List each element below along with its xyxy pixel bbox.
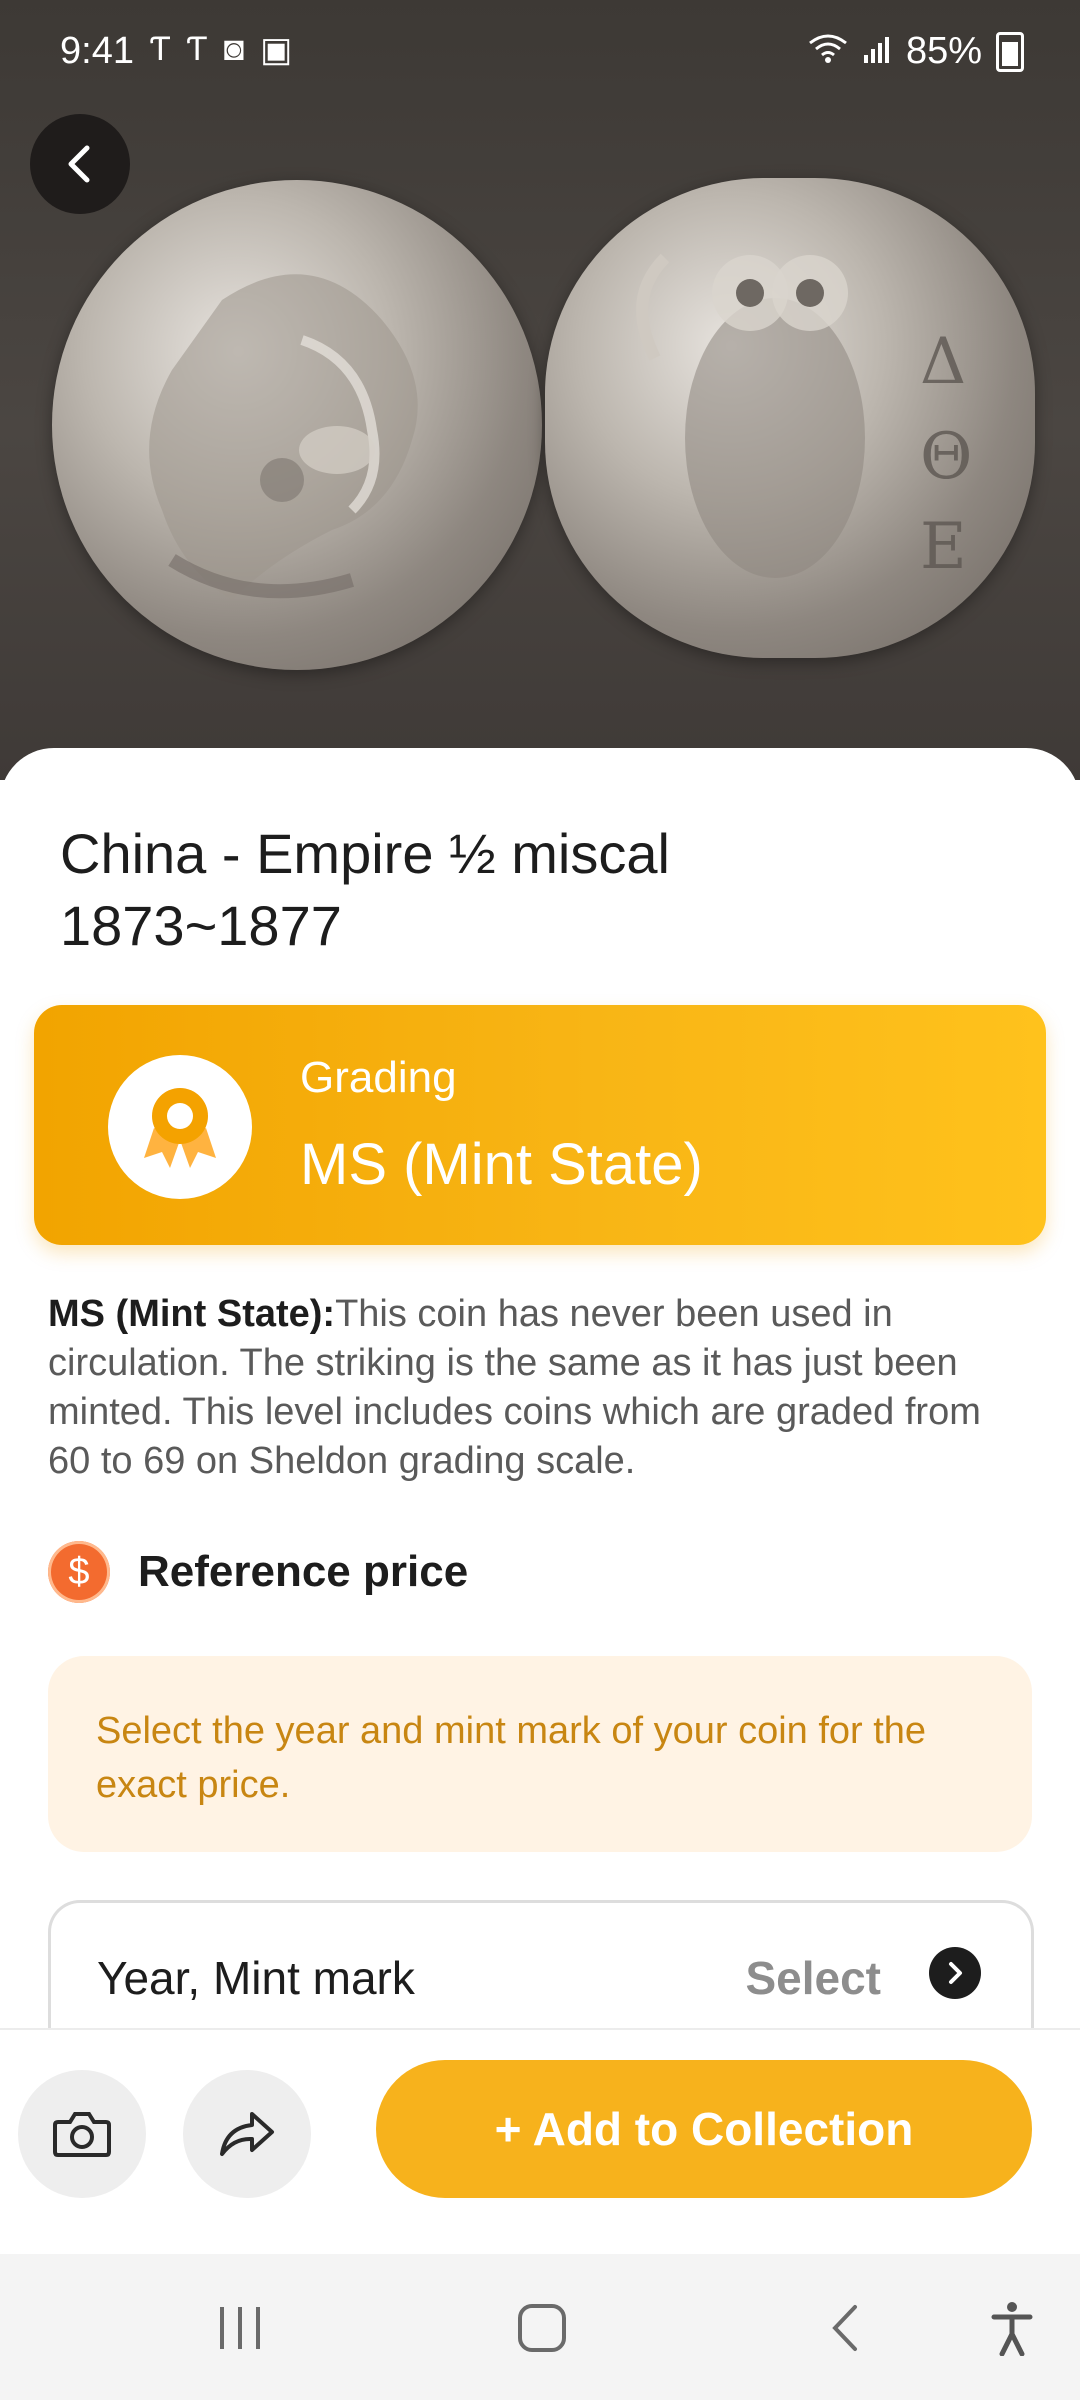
signal-icon <box>862 30 892 73</box>
add-to-collection-button[interactable]: + Add to Collection <box>376 2060 1032 2198</box>
accessibility-icon[interactable] <box>972 2298 1052 2358</box>
dollar-icon: $ <box>48 1541 110 1603</box>
bottom-action-bar: + Add to Collection <box>0 2028 1080 2256</box>
carrier-icon: Ƭ <box>186 30 208 68</box>
back-icon[interactable] <box>804 2298 884 2358</box>
svg-text:Δ: Δ <box>920 325 966 399</box>
award-medal-icon <box>108 1055 252 1199</box>
status-time: 9:41 <box>60 30 134 72</box>
coin-title: China - Empire ½ miscal 1873~1877 <box>60 822 670 957</box>
home-icon[interactable] <box>502 2298 582 2358</box>
chevron-left-icon <box>68 145 90 183</box>
carrier-icon: Ƭ <box>150 30 171 68</box>
price-notice: Select the year and mint mark of your co… <box>48 1656 1032 1852</box>
coin-obverse-image <box>52 180 542 670</box>
wifi-icon <box>808 30 848 73</box>
system-navigation-bar <box>0 2254 1080 2400</box>
battery-charging-icon <box>996 31 1024 72</box>
alarm-icon: ◙ <box>223 30 245 68</box>
battery-text: 85% <box>905 30 982 72</box>
grading-value: MS (Mint State) <box>300 1132 703 1197</box>
svg-text:Ε: Ε <box>920 510 967 584</box>
camera-icon <box>53 2112 111 2157</box>
year-mint-label: Year, Mint mark <box>97 1952 415 2004</box>
reference-price-label: Reference price <box>138 1547 469 1596</box>
grade-description: MS (Mint State):This coin has never been… <box>48 1290 1028 1486</box>
coin-image-area: 9:41 Ƭ Ƭ ◙ ▣ 85% Δ Θ Ε <box>0 0 1080 780</box>
notification-icons: Ƭ Ƭ ◙ ▣ <box>150 30 292 70</box>
svg-text:Θ: Θ <box>920 420 972 494</box>
status-bar: 9:41 Ƭ Ƭ ◙ ▣ 85% <box>0 0 1080 100</box>
chevron-right-icon[interactable] <box>929 1947 981 1999</box>
status-right: 85% <box>808 30 1024 73</box>
grade-description-title: MS (Mint State): <box>48 1293 336 1335</box>
back-button[interactable] <box>30 114 130 214</box>
recent-apps-icon[interactable] <box>200 2298 280 2358</box>
grading-card: Grading MS (Mint State) <box>34 1005 1046 1245</box>
share-icon <box>220 2112 274 2156</box>
price-notice-text: Select the year and mint mark of your co… <box>96 1710 927 1806</box>
camera-button[interactable] <box>18 2070 146 2198</box>
reference-price-heading: $ Reference price <box>48 1540 468 1604</box>
grading-label: Grading <box>300 1053 457 1102</box>
share-button[interactable] <box>183 2070 311 2198</box>
select-button[interactable]: Select <box>745 1951 881 2005</box>
coin-reverse-image: Δ Θ Ε <box>545 178 1035 658</box>
image-icon: ▣ <box>260 31 293 69</box>
